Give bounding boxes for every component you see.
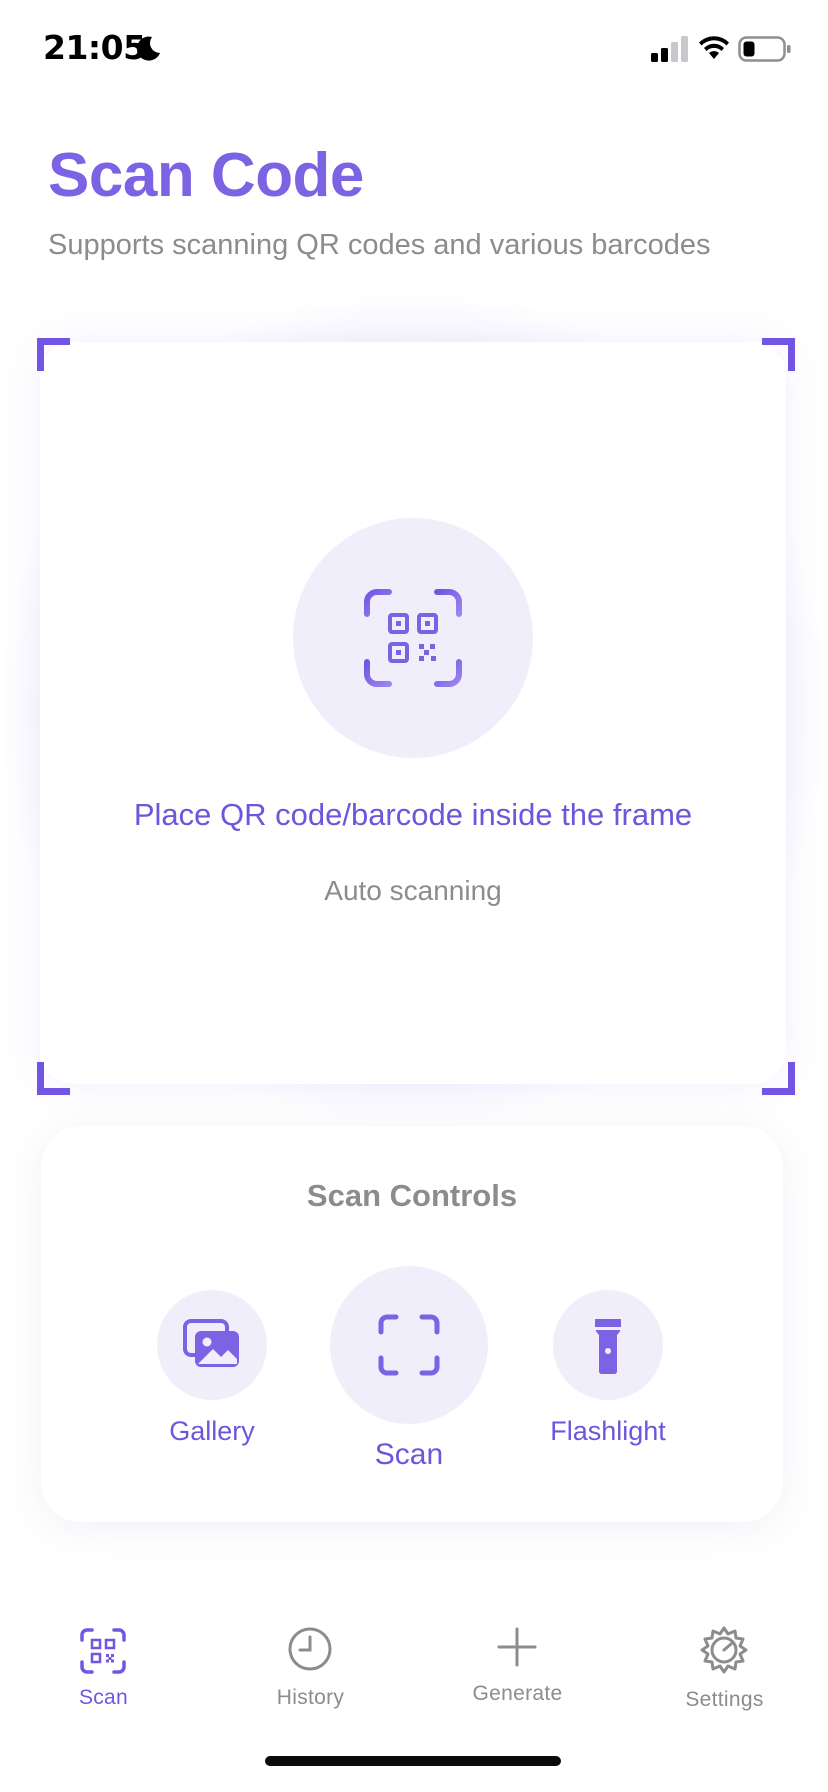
moon-icon (136, 36, 160, 61)
gallery-button[interactable] (157, 1290, 267, 1400)
tab-history[interactable]: History (207, 1600, 414, 1730)
scan-controls-title: Scan Controls (306, 1178, 518, 1213)
flashlight-icon (595, 1319, 621, 1374)
tab-settings[interactable]: Settings (621, 1600, 828, 1730)
tab-label: Generate (472, 1682, 563, 1705)
home-indicator (265, 1756, 561, 1766)
scan-frame-icon (378, 1314, 440, 1376)
status-time: 21:05 (43, 28, 146, 67)
tab-label: Settings (685, 1688, 764, 1711)
flashlight-label: Flashlight (550, 1416, 666, 1446)
qr-code-icon (80, 1628, 126, 1674)
frame-corner-top-left (37, 338, 70, 371)
page-subtitle: Supports scanning QR codes and various b… (48, 229, 711, 261)
tab-label: History (276, 1686, 345, 1709)
qr-code-icon (364, 589, 462, 687)
scan-status: Auto scanning (324, 875, 502, 906)
frame-corner-bottom-left (37, 1062, 70, 1095)
tab-generate[interactable]: Generate (414, 1600, 621, 1730)
gallery-icon (183, 1319, 239, 1367)
frame-corner-bottom-right (762, 1062, 795, 1095)
frame-corner-top-right (762, 338, 795, 371)
page-title: Scan Code (48, 141, 364, 210)
wifi-icon (699, 36, 729, 59)
plus-icon (497, 1627, 537, 1667)
scan-controls-card: Scan Controls Gallery Scan Flashlight (41, 1126, 783, 1522)
clock-icon (288, 1627, 332, 1671)
tab-scan[interactable]: Scan (0, 1600, 207, 1730)
gallery-label: Gallery (169, 1416, 255, 1446)
scan-hint: Place QR code/barcode inside the frame (133, 797, 693, 832)
flashlight-button[interactable] (553, 1290, 663, 1400)
battery-icon (738, 36, 791, 62)
scan-button[interactable] (330, 1266, 488, 1424)
scan-label: Scan (374, 1438, 444, 1471)
status-bar: 21:05 (0, 0, 828, 100)
signal-icon (651, 36, 688, 62)
tab-label: Scan (78, 1686, 129, 1709)
qr-icon-circle (293, 518, 533, 758)
gear-icon (700, 1626, 748, 1674)
